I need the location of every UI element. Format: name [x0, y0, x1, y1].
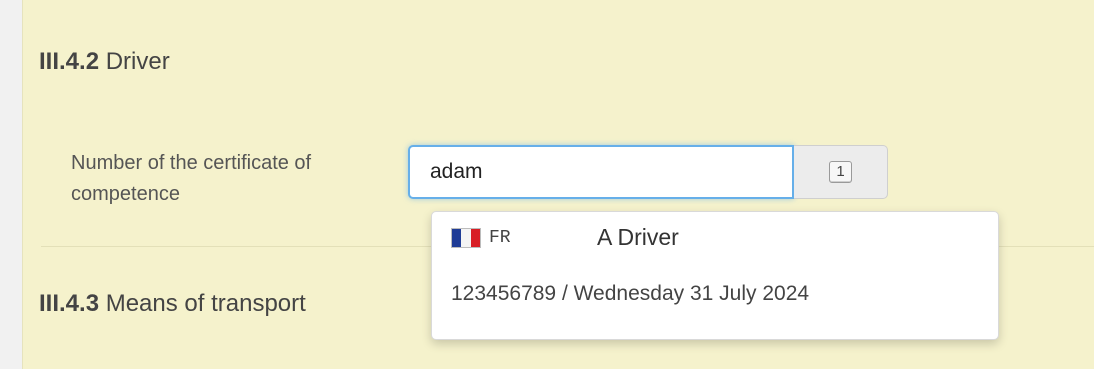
section-number: III.4.3 [39, 290, 100, 317]
certificate-details: 123456789 / Wednesday 31 July 2024 [451, 282, 810, 305]
france-flag-icon [451, 228, 481, 248]
section-title: Means of transport [105, 290, 306, 317]
left-gutter [0, 0, 22, 369]
certificate-number-input[interactable] [408, 145, 794, 199]
certificate-number-label: Number of the certificate of competence [71, 152, 312, 205]
result-count-addon[interactable]: 1 [794, 145, 888, 199]
result-count-badge: 1 [829, 161, 852, 183]
section-heading-means-of-transport: III.4.3 Means of transport [39, 290, 306, 318]
section-heading-driver: III.4.2 Driver [39, 48, 170, 76]
certificate-number-input-group: 1 [408, 145, 888, 203]
section-number: III.4.2 [39, 48, 100, 75]
driver-name: A Driver [597, 224, 679, 250]
autocomplete-dropdown: FR A Driver 123456789 / Wednesday 31 Jul… [431, 211, 999, 340]
country-code: FR [489, 228, 511, 248]
section-title: Driver [105, 48, 170, 75]
